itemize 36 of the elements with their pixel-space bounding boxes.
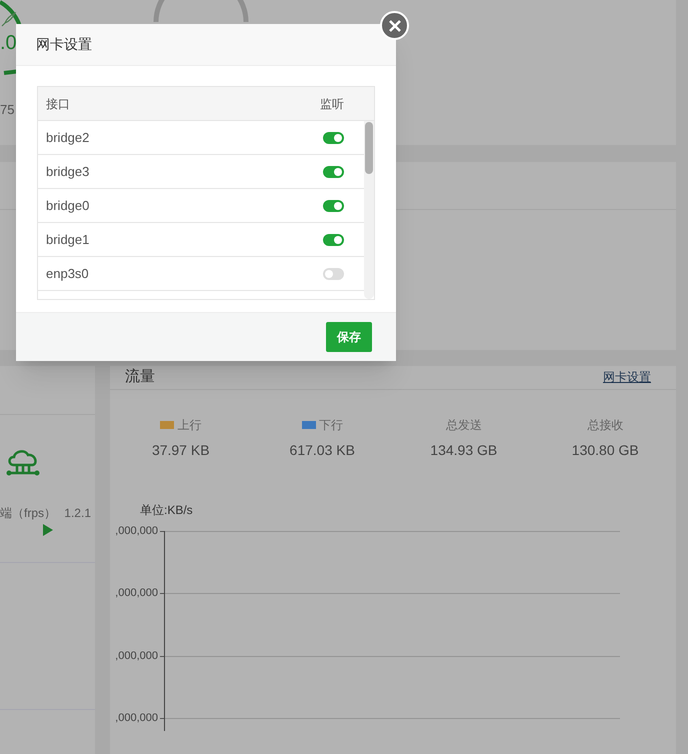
stat-label: 下行	[318, 416, 343, 434]
gauge-value: .0	[0, 33, 17, 53]
chart-unit: 单位:KB/s	[140, 502, 194, 518]
y-axis-label: ,000,000	[114, 650, 158, 664]
gauge-subvalue: 75	[0, 103, 14, 116]
stat-label: 总接收	[587, 416, 624, 434]
toggle-switch[interactable]	[323, 234, 344, 246]
toggle-switch[interactable]	[323, 132, 344, 144]
stat-value: 134.93 GB	[430, 440, 498, 460]
save-button[interactable]: 保存	[326, 322, 372, 352]
interface-name: bridge1	[46, 230, 90, 249]
play-icon	[42, 524, 52, 536]
stat-value: 130.80 GB	[572, 440, 639, 460]
toggle-switch[interactable]	[323, 268, 344, 280]
rocket-icon	[0, 12, 16, 28]
close-icon	[388, 20, 400, 32]
app-name: 端（frps）	[0, 505, 56, 522]
column-header: 监听	[320, 96, 344, 112]
stat-label: 总发送	[446, 416, 482, 434]
interface-name: bridge2	[46, 128, 90, 147]
stat-value: 617.03 KB	[290, 440, 355, 460]
y-axis-label: ,000,000	[114, 526, 158, 538]
toggle-switch[interactable]	[323, 200, 344, 212]
interface-name: bridge0	[46, 196, 90, 215]
column-header: 接口	[46, 96, 70, 112]
nic-settings-link[interactable]: 网卡设置	[603, 368, 651, 386]
dialog-title: 网卡设置	[36, 35, 92, 54]
app-version: 1.2.1	[64, 505, 91, 522]
interface-name: enp3s0	[46, 264, 89, 283]
interface-name: bridge3	[46, 162, 90, 181]
panel-title: 流量	[125, 367, 155, 387]
y-axis-label: ,000,000	[114, 588, 158, 601]
stat-label: 上行	[177, 416, 202, 434]
toggle-switch[interactable]	[323, 166, 344, 178]
stat-value: 37.97 KB	[152, 440, 210, 460]
y-axis-label: ,000,000	[114, 713, 158, 726]
